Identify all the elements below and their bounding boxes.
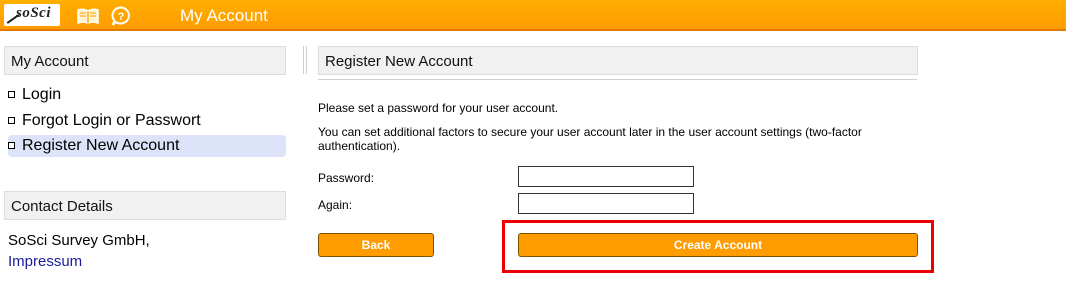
sidebar-item-login[interactable]: Login [8,84,286,106]
contact-header: Contact Details [4,191,286,220]
sidebar-item-forgot-login[interactable]: Forgot Login or Passwort [8,110,286,132]
intro-text: Please set a password for your user acco… [318,101,559,115]
back-button[interactable]: Back [318,233,434,257]
main-header: Register New Account [318,46,918,75]
top-bar: soSci ? My Account [0,0,1066,31]
highlight-box [502,220,934,273]
password-label: Password: [318,171,375,185]
svg-text:?: ? [118,11,125,23]
password-confirm-input[interactable] [518,193,694,214]
help-bubble-icon[interactable]: ? [111,6,131,26]
logo-text: soSci [16,5,52,21]
sidebar-item-register[interactable]: Register New Account [8,135,286,157]
again-label: Again: [318,198,353,212]
password-input[interactable] [518,166,694,187]
square-bullet-icon [8,91,15,98]
sidebar-header: My Account [4,46,286,75]
sidebar-item-label: Register New Account [22,137,180,154]
sidebar-item-label: Login [22,86,62,103]
book-icon[interactable] [77,8,99,24]
column-divider [303,46,307,74]
sidebar-item-label: Forgot Login or Passwort [22,112,201,129]
company-name: SoSci Survey GmbH, [8,232,150,249]
header-rule [318,79,917,80]
square-bullet-icon [8,142,15,149]
page-title: My Account [180,6,268,25]
security-note: You can set additional factors to secure… [318,125,862,153]
sosci-logo[interactable]: soSci [4,4,60,26]
square-bullet-icon [8,117,15,124]
impressum-link[interactable]: Impressum [8,253,82,270]
